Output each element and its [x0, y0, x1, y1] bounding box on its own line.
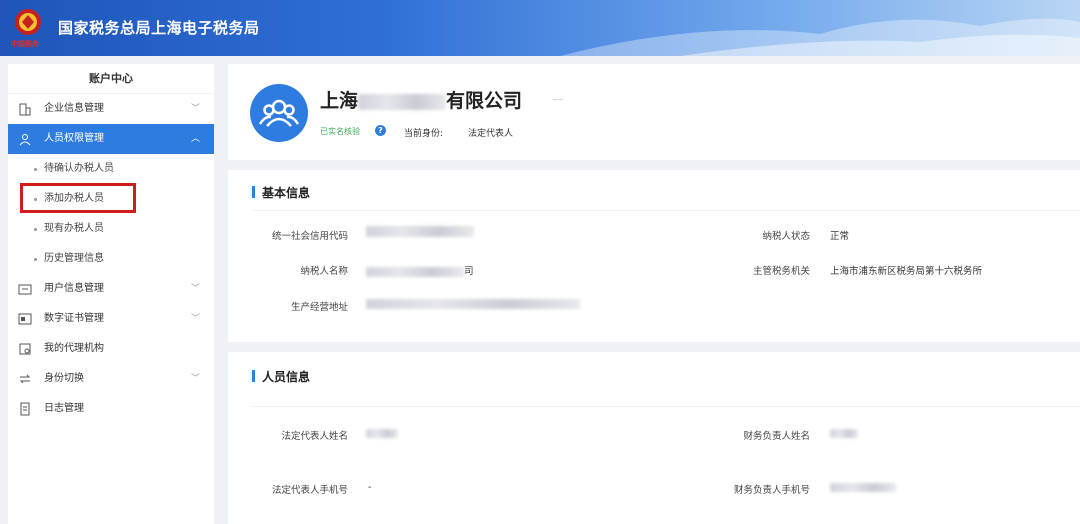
switch-icon — [19, 374, 31, 384]
status-label: 纳税人状态 — [762, 231, 810, 242]
sidebar-subitem-label: 现有办税人员 — [44, 223, 104, 234]
tax-office-label: 主管税务机关 — [752, 266, 810, 277]
sidebar-title: 账户中心 — [8, 64, 214, 94]
help-icon[interactable]: ? — [375, 125, 386, 136]
sidebar-item-enterprise-info[interactable]: 企业信息管理 ﹀ — [8, 94, 214, 124]
company-name: 上海 有限公司 — [320, 86, 522, 113]
bullet-dot — [34, 168, 37, 171]
address-label: 生产经营地址 — [290, 302, 348, 313]
sidebar-item-label: 企业信息管理 — [44, 103, 104, 114]
credit-code-value — [366, 226, 474, 237]
identity-label: 当前身份: — [404, 129, 444, 139]
annotation-highlight-box — [20, 183, 136, 213]
redacted-text — [366, 266, 464, 277]
credit-code-label: 统一社会信用代码 — [271, 231, 348, 242]
sidebar-item-log-management[interactable]: 日志管理 — [8, 394, 214, 424]
verified-status: 已实名核验 — [320, 127, 360, 136]
legal-rep-name-label: 法定代表人姓名 — [281, 431, 348, 442]
bullet-dot — [34, 228, 37, 231]
redacted-text — [358, 93, 447, 110]
people-icon — [19, 134, 31, 146]
section-accent-bar — [252, 370, 255, 382]
top-banner: 中国税务 国家税务总局上海电子税务局 — [0, 0, 1080, 56]
sidebar-item-user-info[interactable]: 用户信息管理 ﹀ — [8, 274, 214, 304]
sidebar-subitem-pending-confirm[interactable]: 待确认办税人员 — [8, 154, 214, 184]
redacted-text — [830, 483, 896, 492]
sidebar: 账户中心 企业信息管理 ﹀ 人员权限管理 ︿ 待确认办税人员 添加办税人员 现有… — [8, 64, 214, 524]
finance-phone-label: 财务负责人手机号 — [733, 485, 810, 496]
certificate-icon — [18, 313, 32, 325]
chevron-up-icon: ︿ — [190, 134, 200, 144]
sidebar-item-personnel-permission[interactable]: 人员权限管理 ︿ — [8, 124, 214, 154]
building-icon — [19, 103, 31, 116]
taxpayer-name-label: 纳税人名称 — [300, 266, 348, 277]
sidebar-subitem-current-tax-staff[interactable]: 现有办税人员 — [8, 214, 214, 244]
person-info-card: 人员信息 法定代表人姓名 财务负责人姓名 法定代表人手机号 - 财务负责人手机号 — [228, 352, 1080, 524]
address-value — [366, 298, 580, 309]
site-title: 国家税务总局上海电子税务局 — [58, 19, 260, 37]
tiny-marker: ~~ — [552, 96, 564, 104]
sidebar-subitem-label: 待确认办税人员 — [44, 163, 114, 174]
company-name-suffix: 有限公司 — [446, 90, 523, 112]
sidebar-item-my-agency[interactable]: 我的代理机构 — [8, 334, 214, 364]
section-accent-bar — [252, 186, 255, 198]
sidebar-item-label: 身份切换 — [44, 373, 84, 384]
company-name-prefix: 上海 — [320, 90, 359, 112]
redacted-text — [366, 226, 474, 237]
redacted-text — [830, 429, 858, 438]
agency-icon — [19, 343, 31, 355]
sidebar-item-label: 我的代理机构 — [44, 343, 104, 354]
redacted-text — [366, 298, 580, 309]
id-card-icon — [18, 284, 32, 295]
tax-emblem-logo: 中国税务 — [10, 6, 46, 50]
redacted-text — [366, 429, 398, 438]
chevron-down-icon: ﹀ — [190, 104, 200, 114]
divider — [252, 210, 1080, 211]
log-icon — [20, 402, 30, 416]
sidebar-subitem-history[interactable]: 历史管理信息 — [8, 244, 214, 274]
sidebar-item-label: 用户信息管理 — [44, 283, 104, 294]
taxpayer-name-tail: 司 — [464, 266, 474, 277]
legal-rep-phone-label: 法定代表人手机号 — [271, 485, 348, 496]
company-profile-card: 上海 有限公司 ~~ 已实名核验 ? 当前身份: 法定代表人 — [228, 64, 1080, 160]
sidebar-item-label: 数字证书管理 — [44, 313, 104, 324]
finance-phone-value — [830, 482, 896, 493]
basic-info-card: 基本信息 统一社会信用代码 纳税人名称 司 生产经营地址 纳税人状态 正常 主管… — [228, 170, 1080, 342]
chevron-down-icon: ﹀ — [190, 314, 200, 324]
status-value: 正常 — [830, 231, 850, 242]
section-title-person-info: 人员信息 — [262, 370, 311, 384]
chevron-down-icon: ﹀ — [190, 374, 200, 384]
tax-office-value: 上海市浦东新区税务局第十六税务所 — [830, 266, 983, 277]
group-icon — [258, 99, 300, 127]
finance-name-value — [830, 428, 858, 439]
identity-value: 法定代表人 — [468, 129, 514, 139]
sidebar-item-label: 日志管理 — [44, 403, 84, 414]
finance-name-label: 财务负责人姓名 — [743, 431, 810, 442]
bullet-dot — [34, 258, 37, 261]
sidebar-item-identity-switch[interactable]: 身份切换 ﹀ — [8, 364, 214, 394]
divider — [252, 406, 1080, 407]
section-title-basic-info: 基本信息 — [262, 186, 311, 200]
sidebar-subitem-label: 历史管理信息 — [44, 253, 104, 264]
taxpayer-name-value: 司 — [366, 263, 474, 277]
sidebar-item-label: 人员权限管理 — [44, 133, 104, 144]
legal-rep-phone-value: - — [368, 482, 372, 493]
sidebar-item-digital-cert[interactable]: 数字证书管理 ﹀ — [8, 304, 214, 334]
company-avatar — [250, 84, 308, 142]
legal-rep-name-value — [366, 428, 398, 439]
chevron-down-icon: ﹀ — [190, 284, 200, 294]
